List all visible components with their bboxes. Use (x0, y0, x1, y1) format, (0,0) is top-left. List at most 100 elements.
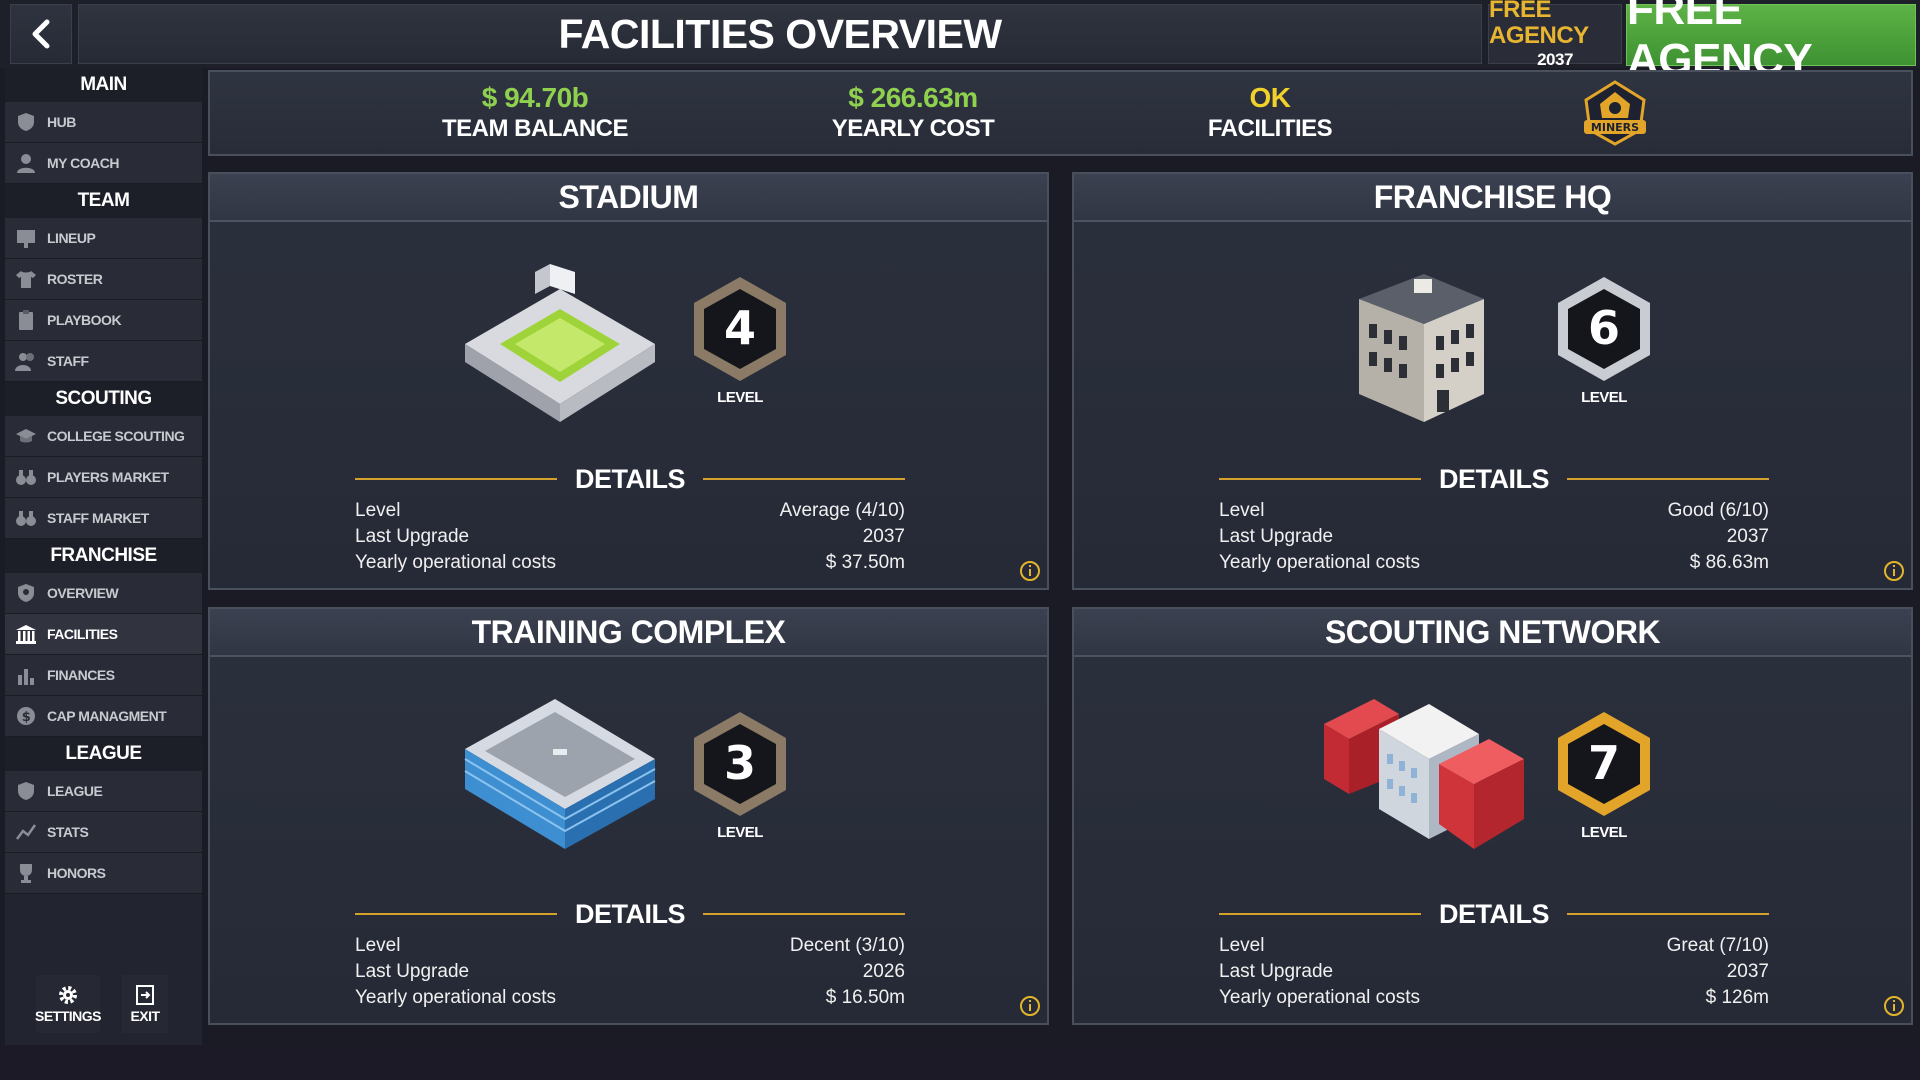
details-title: DETAILS (575, 463, 686, 494)
details-list: Level Great (7/10) Last Upgrade 2037 Yearl… (1219, 933, 1769, 1011)
sidebar-item-hub[interactable]: HUB (5, 102, 202, 143)
detail-value: $ 86.63m (1689, 552, 1769, 573)
free-agency-button[interactable]: FREE AGENCY (1626, 0, 1916, 84)
free-agency-label: FREE AGENCY (1489, 0, 1589, 49)
yearly-cost-stat: $ 266.63m YEARLY COST (763, 82, 1063, 144)
sidebar-item-overview[interactable]: OVERVIEW (5, 573, 202, 614)
sidebar-item-playbook[interactable]: PLAYBOOK (5, 300, 202, 341)
level-badge: 3 LEVEL (688, 709, 792, 849)
sidebar-item-label: CAP MANAGMENT (47, 708, 167, 724)
level-caption: LEVEL (1581, 824, 1627, 841)
yearly-cost-value: $ 266.63m (848, 82, 978, 113)
sidebar-item-honors[interactable]: HONORS (5, 853, 202, 894)
card-title: TRAINING COMPLEX (210, 609, 1047, 657)
detail-row-level: Level Average (4/10) (355, 498, 905, 524)
detail-row-yearly-cost: Yearly operational costs $ 86.63m (1219, 550, 1769, 576)
facility-card-training-complex: TRAINING COMPLEX 3 LEVEL DETAILS Level De… (208, 607, 1049, 1025)
svg-text:$: $ (22, 710, 31, 725)
sidebar-item-staff[interactable]: STAFF (5, 341, 202, 382)
info-icon[interactable] (1019, 995, 1041, 1017)
details-header: DETAILS (355, 464, 905, 494)
sidebar-item-label: COLLEGE SCOUTING (47, 428, 185, 444)
sidebar-item-staff-market[interactable]: STAFF MARKET (5, 498, 202, 539)
detail-row-yearly-cost: Yearly operational costs $ 37.50m (355, 550, 905, 576)
card-title: FRANCHISE HQ (1074, 174, 1911, 222)
details-list: Level Decent (3/10) Last Upgrade 2026 Year… (355, 933, 905, 1011)
card-title: STADIUM (210, 174, 1047, 222)
detail-row-level: Level Great (7/10) (1219, 933, 1769, 959)
details-title: DETAILS (575, 898, 686, 929)
sidebar-item-college-scouting[interactable]: COLLEGE SCOUTING (5, 416, 202, 457)
sidebar-item-label: MY COACH (47, 155, 119, 171)
gear-icon (59, 986, 77, 1004)
team-logo: MINERS (1584, 80, 1646, 146)
shield-icon (13, 111, 39, 133)
detail-row-yearly-cost: Yearly operational costs $ 126m (1219, 985, 1769, 1011)
bottom-strip (0, 1045, 1920, 1080)
detail-value: Good (6/10) (1667, 500, 1769, 521)
scouting-network-image (1324, 699, 1524, 849)
facilities-status-stat: OK FACILITIES (1120, 82, 1420, 144)
detail-label: Yearly operational costs (1219, 987, 1421, 1008)
level-number: 3 (724, 736, 756, 790)
level-badge: 4 LEVEL (688, 274, 792, 414)
sidebar-item-cap-management[interactable]: $ CAP MANAGMENT (5, 696, 202, 737)
sidebar-item-stats[interactable]: STATS (5, 812, 202, 853)
team-balance-value: $ 94.70b (481, 82, 589, 113)
settings-button[interactable]: SETTINGS (35, 975, 102, 1033)
detail-label: Level (1219, 500, 1265, 521)
detail-value: $ 16.50m (825, 987, 905, 1008)
facilities-status-value: OK (1249, 82, 1292, 113)
sidebar-item-roster[interactable]: ROSTER (5, 259, 202, 300)
bar-chart-icon (13, 664, 39, 686)
sidebar-item-league[interactable]: LEAGUE (5, 771, 202, 812)
details-title: DETAILS (1439, 463, 1550, 494)
facilities-status-label: FACILITIES (1207, 115, 1333, 142)
stats-bar: $ 94.70b TEAM BALANCE $ 266.63m YEARLY C… (208, 70, 1913, 156)
building-columns-icon (13, 623, 39, 645)
detail-row-level: Level Decent (3/10) (355, 933, 905, 959)
sidebar-item-finances[interactable]: FINANCES (5, 655, 202, 696)
info-icon[interactable] (1019, 560, 1041, 582)
sidebar-section-main: MAIN (5, 68, 202, 102)
shield-icon (13, 780, 39, 802)
details-list: Level Average (4/10) Last Upgrade 2037 Yea… (355, 498, 905, 576)
level-badge: 6 LEVEL (1552, 274, 1656, 414)
clipboard-icon (13, 309, 39, 331)
detail-label: Yearly operational costs (355, 552, 557, 573)
page-title: FACILITIES OVERVIEW (78, 4, 1482, 64)
hexagon-level-icon: 3 (694, 712, 786, 816)
free-agency-year: 2037 (1537, 50, 1573, 69)
exit-label: EXIT (130, 1008, 160, 1024)
team-logo-text: MINERS (1591, 121, 1639, 134)
exit-icon (136, 985, 154, 1005)
details-header: DETAILS (1219, 464, 1769, 494)
detail-row-level: Level Good (6/10) (1219, 498, 1769, 524)
info-icon[interactable] (1883, 995, 1905, 1017)
sidebar-item-players-market[interactable]: PLAYERS MARKET (5, 457, 202, 498)
sidebar-item-label: HONORS (47, 865, 106, 881)
level-number: 7 (1588, 736, 1620, 790)
level-caption: LEVEL (717, 389, 763, 406)
lineup-board-icon (13, 227, 39, 249)
back-button[interactable] (10, 4, 72, 64)
badge-icon (13, 582, 39, 604)
sidebar-item-lineup[interactable]: LINEUP (5, 218, 202, 259)
people-icon (13, 350, 39, 372)
level-number: 4 (724, 301, 756, 355)
detail-value: 2037 (862, 526, 905, 547)
details-title: DETAILS (1439, 898, 1550, 929)
sidebar-item-facilities[interactable]: FACILITIES (5, 614, 202, 655)
card-title: SCOUTING NETWORK (1074, 609, 1911, 657)
info-icon[interactable] (1883, 560, 1905, 582)
facility-card-scouting-network: SCOUTING NETWORK 7 LEVEL DETAILS Level Gr… (1072, 607, 1913, 1025)
detail-value: 2037 (1726, 961, 1769, 982)
graduation-cap-icon (13, 425, 39, 447)
exit-button[interactable]: EXIT (122, 975, 168, 1033)
sidebar-section-team: TEAM (5, 184, 202, 218)
sidebar-item-label: STATS (47, 824, 89, 840)
detail-label: Yearly operational costs (355, 987, 557, 1008)
details-header: DETAILS (355, 899, 905, 929)
level-number: 6 (1588, 301, 1620, 355)
sidebar-item-my-coach[interactable]: MY COACH (5, 143, 202, 184)
